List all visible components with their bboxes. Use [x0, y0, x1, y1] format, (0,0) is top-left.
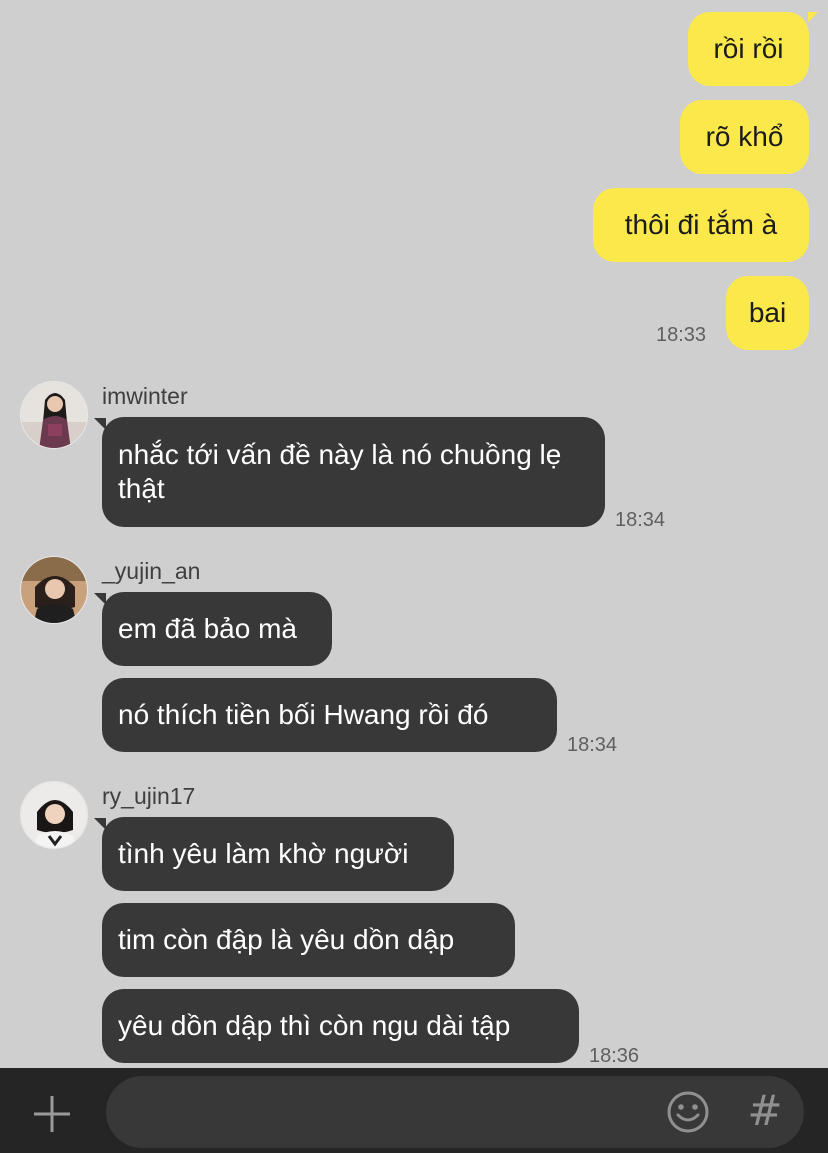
incoming-message-bubble[interactable]: nhắc tới vấn đề này là nó chuồng lẹ thật — [102, 417, 605, 527]
emoji-icon — [667, 1091, 709, 1133]
message-timestamp: 18:34 — [615, 509, 666, 531]
message-text: bai — [748, 297, 787, 328]
add-attachment-button[interactable] — [22, 1084, 82, 1144]
sender-name: imwinter — [102, 383, 188, 409]
outgoing-message-bubble[interactable]: thôi đi tắm à — [593, 188, 809, 262]
message-input-container[interactable]: # — [106, 1076, 804, 1150]
message-timestamp: 18:33 — [656, 324, 707, 346]
bubble-tail — [808, 12, 818, 22]
incoming-message-bubble[interactable]: yêu dồn dập thì còn ngu dài tập — [102, 989, 579, 1063]
avatar-image — [21, 382, 87, 448]
message-timestamp: 18:34 — [567, 734, 618, 756]
message-text: nó thích tiền bối Hwang rồi đó — [118, 699, 489, 730]
avatar[interactable] — [20, 556, 88, 624]
incoming-message-bubble[interactable]: em đã bảo mà — [102, 592, 332, 666]
message-composer-bar: # — [0, 1068, 828, 1153]
hashtag-button[interactable]: # — [743, 1086, 787, 1136]
message-text: rồi rồi — [713, 33, 784, 64]
emoji-button[interactable] — [666, 1090, 710, 1134]
outgoing-message-bubble[interactable]: bai — [726, 276, 809, 350]
avatar[interactable] — [20, 381, 88, 449]
avatar[interactable] — [20, 781, 88, 849]
message-text: nhắc tới vấn đề này là nó chuồng lẹ thật — [118, 439, 562, 504]
message-input[interactable] — [130, 1076, 654, 1150]
message-text: yêu dồn dập thì còn ngu dài tập — [118, 1010, 511, 1041]
incoming-message-bubble[interactable]: nó thích tiền bối Hwang rồi đó — [102, 678, 557, 752]
message-text: tim còn đập là yêu dồn dập — [118, 924, 455, 955]
message-text: em đã bảo mà — [118, 613, 297, 644]
incoming-message-bubble[interactable]: tim còn đập là yêu dồn dập — [102, 903, 515, 977]
avatar-image — [21, 557, 87, 623]
message-text: rõ khổ — [705, 121, 784, 152]
outgoing-message-bubble[interactable]: rồi rồi — [688, 12, 809, 86]
incoming-message-bubble[interactable]: tình yêu làm khờ người — [102, 817, 454, 891]
plus-icon — [34, 1096, 70, 1132]
outgoing-message-bubble[interactable]: rõ khổ — [680, 100, 809, 174]
message-text: thôi đi tắm à — [624, 209, 778, 240]
hashtag-icon: # — [747, 1086, 783, 1135]
chat-area[interactable]: rồi rồi rõ khổ thôi đi tắm à bai 18:33 i… — [0, 0, 828, 1068]
avatar-image — [21, 782, 87, 848]
message-timestamp: 18:36 — [589, 1045, 640, 1067]
message-text: tình yêu làm khờ người — [118, 838, 409, 869]
sender-name: ry_ujin17 — [102, 783, 196, 809]
sender-name: _yujin_an — [102, 558, 201, 584]
